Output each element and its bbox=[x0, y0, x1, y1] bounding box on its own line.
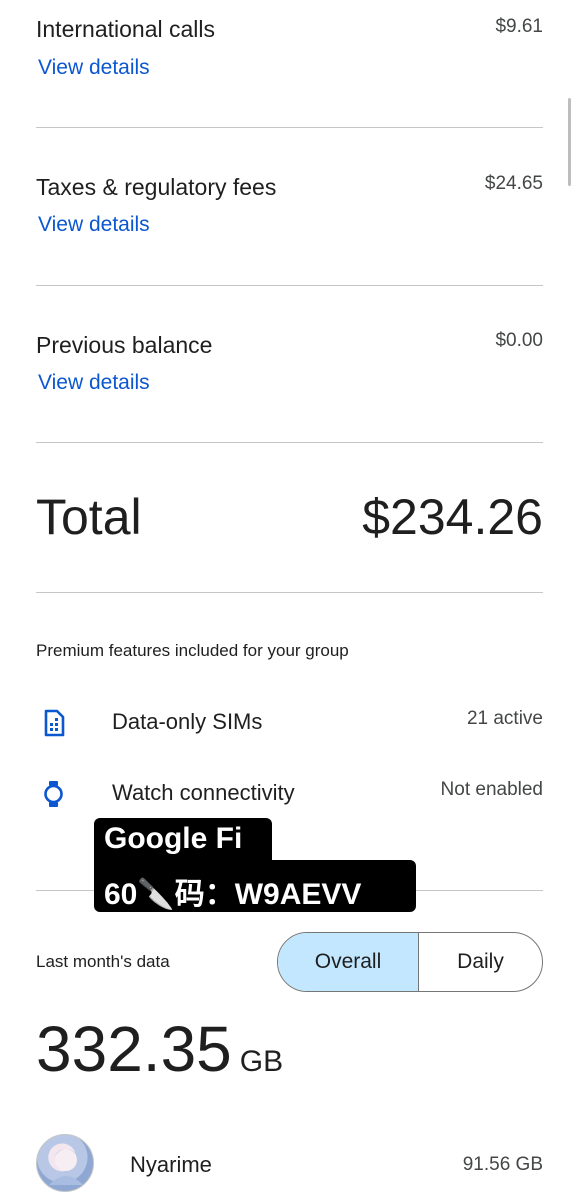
user-data-usage: 91.56 GB bbox=[462, 1154, 543, 1175]
international-calls-amount: $9.61 bbox=[495, 16, 543, 37]
scrollbar[interactable] bbox=[568, 98, 571, 186]
divider bbox=[36, 442, 543, 443]
last-month-data-header: Last month's data bbox=[36, 952, 170, 971]
watch-connectivity-label: Watch connectivity bbox=[112, 780, 295, 805]
previous-balance-title: Previous balance bbox=[36, 332, 213, 358]
daily-toggle-option[interactable]: Daily bbox=[419, 933, 542, 991]
previous-balance-amount: $0.00 bbox=[495, 330, 543, 351]
watch-icon bbox=[38, 779, 68, 809]
overall-toggle-option[interactable]: Overall bbox=[278, 933, 419, 991]
divider bbox=[36, 127, 543, 128]
data-view-toggle[interactable]: Overall Daily bbox=[277, 932, 543, 992]
taxes-fees-title: Taxes & regulatory fees bbox=[36, 174, 277, 200]
avatar bbox=[36, 1134, 94, 1192]
divider bbox=[416, 890, 543, 891]
watch-connectivity-status: Not enabled bbox=[440, 779, 543, 800]
total-label: Total bbox=[36, 489, 142, 545]
divider bbox=[36, 890, 94, 891]
data-only-sims-label: Data-only SIMs bbox=[112, 709, 263, 734]
sim-card-icon bbox=[38, 708, 68, 738]
divider bbox=[36, 592, 543, 593]
promo-overlay-line2: 60🔪码：W9AEVV bbox=[104, 878, 362, 911]
total-data-unit: GB bbox=[239, 1045, 284, 1078]
international-calls-view-details-link[interactable]: View details bbox=[38, 56, 150, 80]
promo-overlay-line1: Google Fi bbox=[104, 822, 243, 855]
total-data-usage: 332.35 GB bbox=[36, 1012, 283, 1086]
total-value: $234.26 bbox=[362, 489, 543, 545]
divider bbox=[36, 285, 543, 286]
international-calls-title: International calls bbox=[36, 16, 215, 42]
previous-balance-view-details-link[interactable]: View details bbox=[38, 371, 150, 395]
taxes-fees-amount: $24.65 bbox=[484, 173, 543, 194]
user-name: Nyarime bbox=[130, 1152, 212, 1177]
taxes-fees-view-details-link[interactable]: View details bbox=[38, 213, 150, 237]
total-data-value: 332.35 bbox=[36, 1013, 232, 1085]
data-only-sims-status: 21 active bbox=[466, 708, 543, 729]
premium-features-header: Premium features included for your group bbox=[36, 641, 349, 660]
